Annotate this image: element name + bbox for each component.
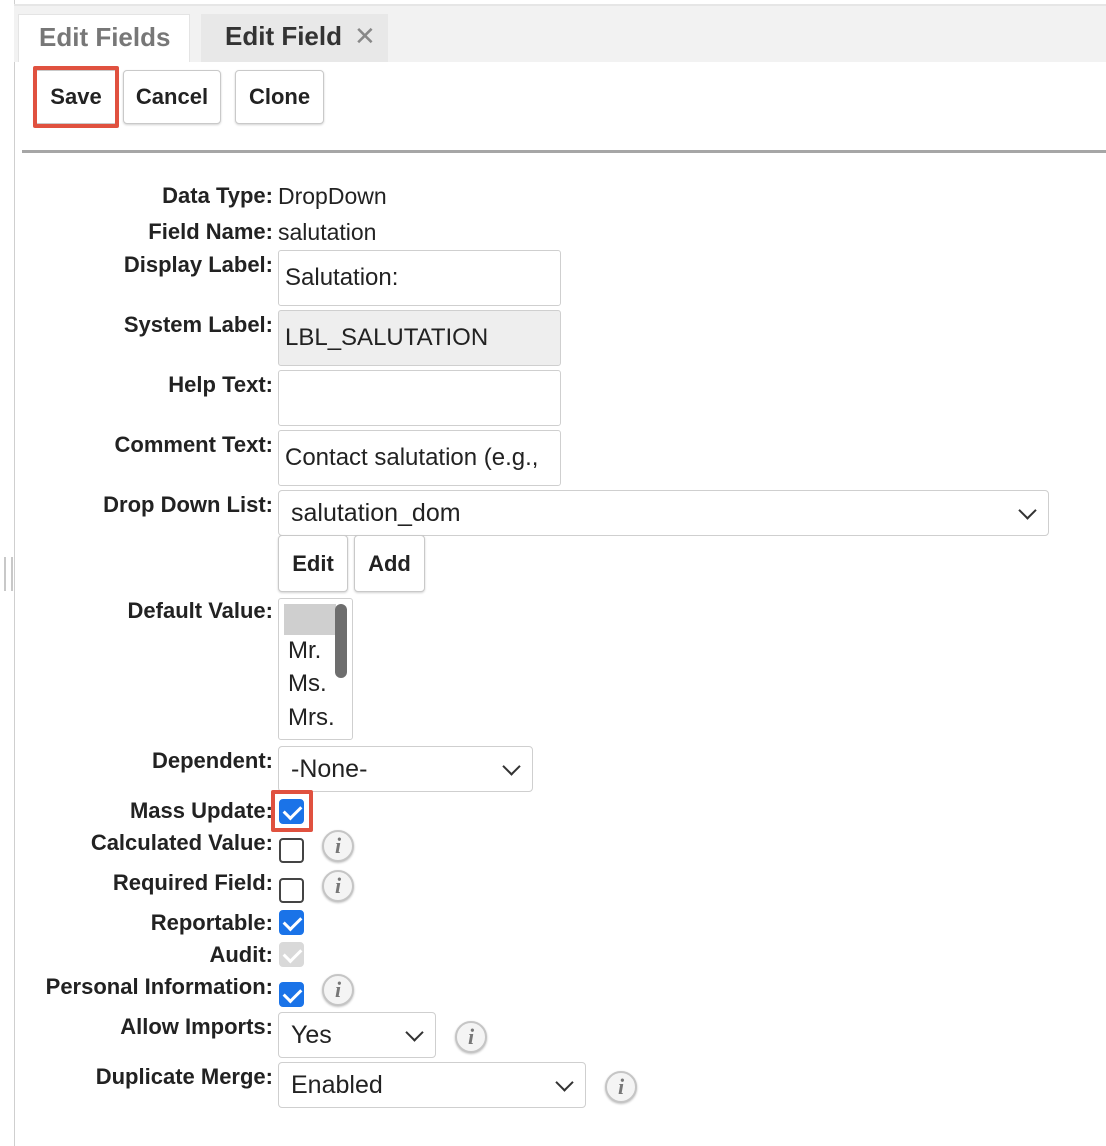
default-value-option[interactable]: Ms. bbox=[288, 670, 327, 698]
tab-edit-fields[interactable]: Edit Fields bbox=[18, 14, 190, 62]
comment-text-input[interactable]: Contact salutation (e.g., bbox=[278, 430, 561, 486]
dependent-select[interactable]: -None- bbox=[278, 746, 533, 792]
calculated-value-checkbox[interactable] bbox=[279, 838, 304, 863]
default-value-option[interactable]: Mr. bbox=[288, 637, 321, 665]
tab-bar: Edit Fields Edit Field ✕ bbox=[14, 6, 1106, 62]
add-dropdown-button[interactable]: Add bbox=[354, 535, 425, 592]
system-label-input: LBL_SALUTATION bbox=[278, 310, 561, 366]
display-label-input[interactable]: Salutation: bbox=[278, 250, 561, 306]
default-value-option[interactable]: Mrs. bbox=[288, 704, 335, 732]
personal-information-checkbox[interactable] bbox=[279, 982, 304, 1007]
reportable-label: Reportable: bbox=[150, 910, 273, 935]
personal-information-label: Personal Information: bbox=[45, 974, 273, 999]
calculated-value-label: Calculated Value: bbox=[90, 830, 273, 855]
mass-update-highlight bbox=[271, 790, 313, 832]
allow-imports-select[interactable]: Yes bbox=[278, 1012, 436, 1058]
drop-down-list-select[interactable]: salutation_dom bbox=[278, 490, 1049, 536]
info-icon[interactable]: i bbox=[455, 1021, 487, 1053]
reportable-checkbox[interactable] bbox=[279, 910, 304, 935]
checkmark-icon bbox=[282, 943, 303, 964]
duplicate-merge-select[interactable]: Enabled bbox=[278, 1062, 586, 1108]
field-name-value: salutation bbox=[278, 219, 377, 245]
default-value-label: Default Value: bbox=[127, 598, 273, 623]
data-type-value: DropDown bbox=[278, 183, 387, 209]
dependent-label: Dependent: bbox=[152, 748, 273, 773]
default-value-listbox[interactable]: Mr. Ms. Mrs. bbox=[278, 598, 353, 740]
display-label-label: Display Label: bbox=[123, 252, 273, 277]
chevron-down-icon bbox=[555, 1073, 574, 1092]
tab-edit-field[interactable]: Edit Field ✕ bbox=[201, 14, 388, 62]
checkmark-icon bbox=[282, 983, 303, 1004]
cancel-button[interactable]: Cancel bbox=[123, 70, 221, 124]
info-icon[interactable]: i bbox=[322, 870, 354, 902]
close-icon[interactable]: ✕ bbox=[354, 21, 376, 51]
default-value-option-empty[interactable] bbox=[284, 604, 336, 635]
clone-button[interactable]: Clone bbox=[235, 70, 324, 124]
comment-text-label: Comment Text: bbox=[114, 432, 274, 457]
chevron-down-icon bbox=[405, 1023, 424, 1042]
drop-down-list-label: Drop Down List: bbox=[103, 492, 273, 517]
listbox-scrollbar[interactable] bbox=[335, 604, 347, 678]
duplicate-merge-label: Duplicate Merge: bbox=[95, 1064, 273, 1089]
mass-update-label: Mass Update: bbox=[129, 798, 273, 823]
audit-label: Audit: bbox=[209, 942, 273, 967]
chevron-down-icon bbox=[1018, 501, 1037, 520]
help-text-label: Help Text: bbox=[168, 372, 273, 397]
chevron-down-icon bbox=[502, 757, 521, 776]
edit-dropdown-button[interactable]: Edit bbox=[278, 535, 348, 592]
info-icon[interactable]: i bbox=[605, 1071, 637, 1103]
resize-handle[interactable] bbox=[4, 557, 13, 591]
info-icon[interactable]: i bbox=[322, 830, 354, 862]
system-label-label: System Label: bbox=[123, 312, 273, 337]
help-text-input[interactable] bbox=[278, 370, 561, 426]
left-panel-rail bbox=[0, 0, 15, 1146]
toolbar-divider bbox=[22, 150, 1106, 153]
info-icon[interactable]: i bbox=[322, 974, 354, 1006]
data-type-label: Data Type: bbox=[162, 183, 273, 208]
required-field-checkbox[interactable] bbox=[279, 878, 304, 903]
save-button-highlight bbox=[33, 66, 119, 128]
allow-imports-label: Allow Imports: bbox=[120, 1014, 273, 1039]
field-name-label: Field Name: bbox=[148, 219, 273, 244]
checkmark-icon bbox=[282, 911, 303, 932]
required-field-label: Required Field: bbox=[112, 870, 273, 895]
audit-checkbox bbox=[279, 942, 304, 967]
